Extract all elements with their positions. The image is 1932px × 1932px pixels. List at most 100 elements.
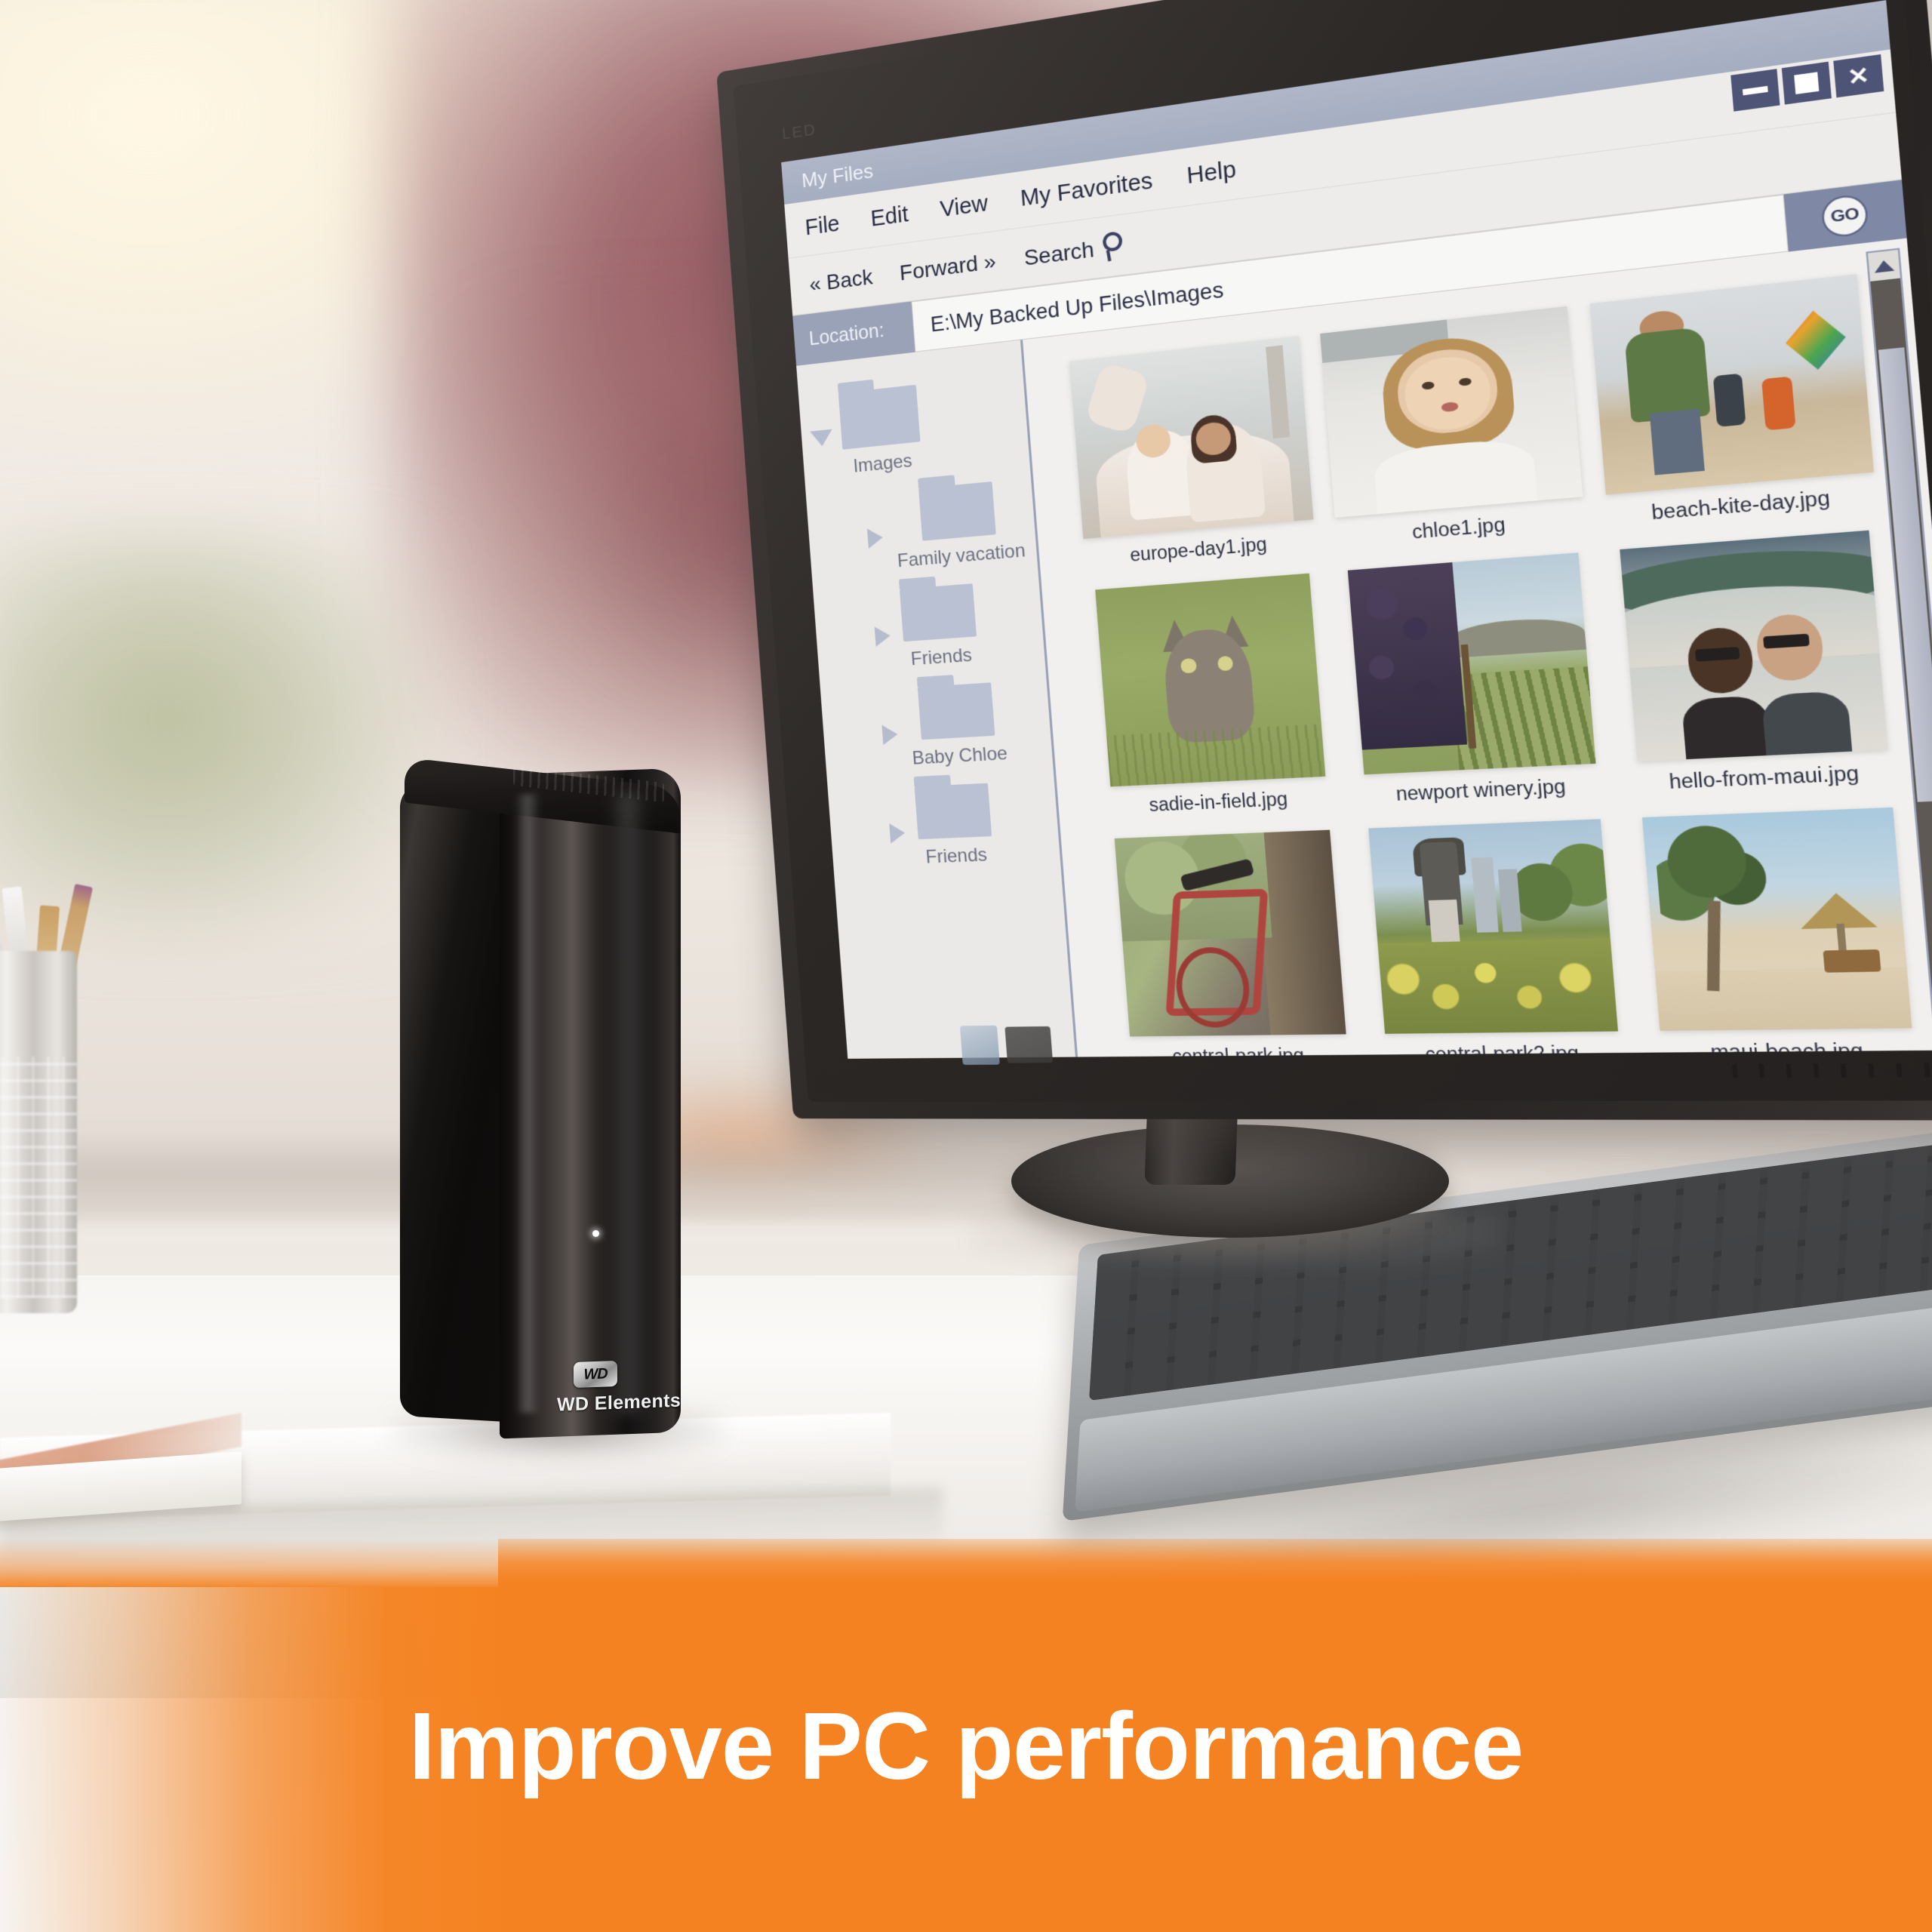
file-grid: europe-day1.jpg chloe1.jpg beach-kite-da…: [1023, 238, 1932, 1059]
drive-gloss-highlight-2: [608, 793, 648, 1414]
back-button[interactable]: « Back: [808, 264, 873, 297]
file-manager-window: My Files File Edit View My Favorites Hel…: [781, 0, 1932, 1059]
energy-star-sticker: [959, 1025, 1000, 1066]
file-name: newport winery.jpg: [1395, 775, 1567, 805]
chevron-right-icon: [889, 823, 906, 844]
file-tile[interactable]: chloe1.jpg: [1309, 305, 1598, 550]
file-name: hello-from-maui.jpg: [1668, 761, 1860, 793]
forward-button[interactable]: Forward »: [899, 248, 997, 285]
wd-elements-drive: WD WD Elements: [400, 757, 702, 1439]
tree-label: Baby Chloe: [911, 743, 1008, 769]
file-tile[interactable]: central-park2.jpg: [1349, 818, 1641, 1059]
photo-central-park2: [1368, 819, 1618, 1034]
search-icon: [1101, 230, 1131, 262]
chevron-down-icon: [810, 429, 834, 448]
go-button-label: GO: [1820, 192, 1869, 239]
drive-gloss-highlight: [515, 793, 540, 1414]
file-tile[interactable]: europe-day1.jpg: [1060, 335, 1327, 571]
thumbnail[interactable]: [1347, 552, 1596, 775]
tree-item-family-vacation[interactable]: Family vacation: [806, 478, 1037, 580]
tree-label: Images: [852, 450, 913, 477]
tree-item-friends-1[interactable]: Friends: [814, 578, 1045, 676]
scroll-up-button[interactable]: [1868, 250, 1900, 281]
photo-hello-from-maui: [1620, 530, 1888, 762]
photo-sadie-in-field: [1094, 573, 1325, 787]
tree-toggle[interactable]: [866, 688, 911, 746]
file-name: chloe1.jpg: [1411, 513, 1506, 543]
monitor-bezel: LED My Files File Edit View My Favorites…: [716, 0, 1932, 1121]
photo-beach-kite-day: [1590, 274, 1875, 495]
thumbnail[interactable]: [1620, 530, 1888, 762]
photo-europe-day1: [1069, 336, 1314, 540]
minimize-button[interactable]: [1730, 69, 1780, 112]
monitor-led-label: LED: [781, 120, 817, 143]
tree-toggle[interactable]: [852, 491, 897, 549]
file-manager-body: Images Family vacation Friends Baby Chlo…: [796, 238, 1932, 1059]
thumbnail[interactable]: [1114, 829, 1346, 1037]
thumbnail[interactable]: [1094, 573, 1325, 787]
menu-item-help[interactable]: Help: [1186, 157, 1237, 190]
tree-toggle[interactable]: [859, 589, 903, 648]
menu-item-edit[interactable]: Edit: [870, 202, 909, 232]
thumbnail[interactable]: [1642, 807, 1912, 1031]
tree-toggle[interactable]: [874, 786, 918, 844]
thumbnail[interactable]: [1069, 336, 1314, 540]
search-button[interactable]: Search: [1023, 230, 1130, 271]
tree-item-friends-2[interactable]: Friends: [828, 780, 1060, 872]
drive-side-panel: [400, 782, 506, 1422]
tree-toggle[interactable]: [798, 393, 842, 448]
thumbnail[interactable]: [1320, 306, 1583, 518]
photo-newport-winery: [1347, 552, 1596, 775]
file-name: beach-kite-day.jpg: [1651, 486, 1831, 524]
window-title: My Files: [801, 158, 875, 192]
banner-headline: Improve PC performance: [408, 1693, 1524, 1799]
file-tile[interactable]: newport winery.jpg: [1328, 551, 1620, 808]
wd-logo-text: WD: [583, 1364, 608, 1383]
chevron-right-icon: [866, 527, 884, 549]
chevron-right-icon: [881, 724, 899, 746]
drive-model-label: WD Elements: [557, 1389, 681, 1416]
pencil-cup-mesh: [0, 1057, 77, 1298]
thumbnail[interactable]: [1590, 274, 1875, 495]
menu-item-file[interactable]: File: [804, 211, 841, 241]
wd-logo-icon: WD: [574, 1360, 617, 1389]
promo-banner: Improve PC performance: [0, 1587, 1932, 1932]
chevron-right-icon: [874, 626, 891, 647]
drive-power-led: [592, 1230, 599, 1237]
monitor-bezel-stickers: [959, 1023, 1088, 1066]
search-label: Search: [1023, 236, 1095, 270]
triangle-up-icon: [1873, 258, 1895, 273]
file-tile[interactable]: central-park.jpg: [1096, 829, 1367, 1059]
file-name: sadie-in-field.jpg: [1148, 788, 1289, 816]
close-button[interactable]: ✕: [1833, 54, 1884, 98]
computer-monitor: LED My Files File Edit View My Favorites…: [716, 0, 1932, 1268]
file-name: europe-day1.jpg: [1129, 533, 1268, 566]
monitor-screen: My Files File Edit View My Favorites Hel…: [781, 0, 1932, 1059]
close-icon: ✕: [1846, 60, 1871, 91]
menu-item-view[interactable]: View: [939, 191, 989, 223]
file-tile[interactable]: beach-kite-day.jpg: [1579, 272, 1890, 529]
tree-item-baby-chloe[interactable]: Baby Chloe: [820, 679, 1053, 774]
folder-icon: [914, 783, 992, 840]
screenshot-root: WD WD Elements LED My Files File Edit Vi…: [0, 0, 1932, 1932]
thumbnail[interactable]: [1368, 819, 1618, 1034]
file-name: maui-beach.jpg: [1709, 1039, 1864, 1059]
file-tile[interactable]: maui-beach.jpg: [1621, 807, 1932, 1059]
menu-item-my-favorites[interactable]: My Favorites: [1020, 168, 1154, 212]
file-tile[interactable]: hello-from-maui.jpg: [1599, 528, 1914, 795]
bezel-sticker: [1004, 1026, 1054, 1063]
monitor-bezel-inner: LED My Files File Edit View My Favorites…: [733, 0, 1932, 1102]
banner-top-fade-2: [498, 1539, 1932, 1587]
folder-icon: [918, 481, 997, 541]
maximize-icon: [1794, 72, 1820, 95]
file-tile[interactable]: sadie-in-field.jpg: [1077, 572, 1347, 819]
file-name: central-park2.jpg: [1424, 1041, 1580, 1059]
tree-label: Friends: [924, 844, 988, 868]
folder-icon: [838, 384, 921, 450]
folder-icon: [917, 682, 995, 740]
monitor-bottom-vents: [1731, 1063, 1932, 1078]
tree-item-images[interactable]: Images: [798, 373, 1029, 482]
plant-blur: [0, 528, 438, 951]
maximize-button[interactable]: [1781, 61, 1832, 105]
photo-maui-beach: [1642, 807, 1912, 1031]
